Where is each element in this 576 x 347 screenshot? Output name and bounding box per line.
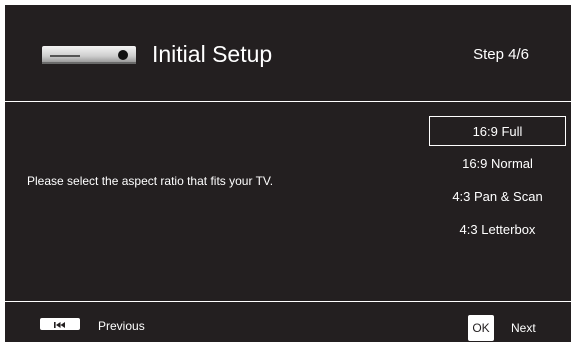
page-title: Initial Setup (152, 41, 273, 67)
ok-button[interactable]: OK (468, 315, 494, 341)
option-16-9-normal[interactable]: 16:9 Normal (429, 149, 566, 179)
previous-key[interactable] (40, 318, 80, 330)
next-label[interactable]: Next (511, 321, 536, 335)
option-4-3-letterbox[interactable]: 4:3 Letterbox (429, 215, 566, 245)
disc-player-icon (42, 46, 136, 64)
skip-previous-icon (54, 322, 65, 328)
previous-label[interactable]: Previous (98, 319, 145, 333)
option-4-3-pan-scan[interactable]: 4:3 Pan & Scan (429, 182, 566, 212)
header-divider (5, 101, 571, 102)
aspect-ratio-options: 16:9 Full 16:9 Normal 4:3 Pan & Scan 4:3… (429, 116, 566, 248)
option-16-9-full[interactable]: 16:9 Full (429, 116, 566, 146)
setup-screen: Initial Setup Step 4/6 Please select the… (5, 5, 571, 342)
aspect-ratio-prompt: Please select the aspect ratio that fits… (27, 174, 274, 188)
step-indicator: Step 4/6 (473, 46, 529, 63)
footer-divider (5, 301, 571, 302)
